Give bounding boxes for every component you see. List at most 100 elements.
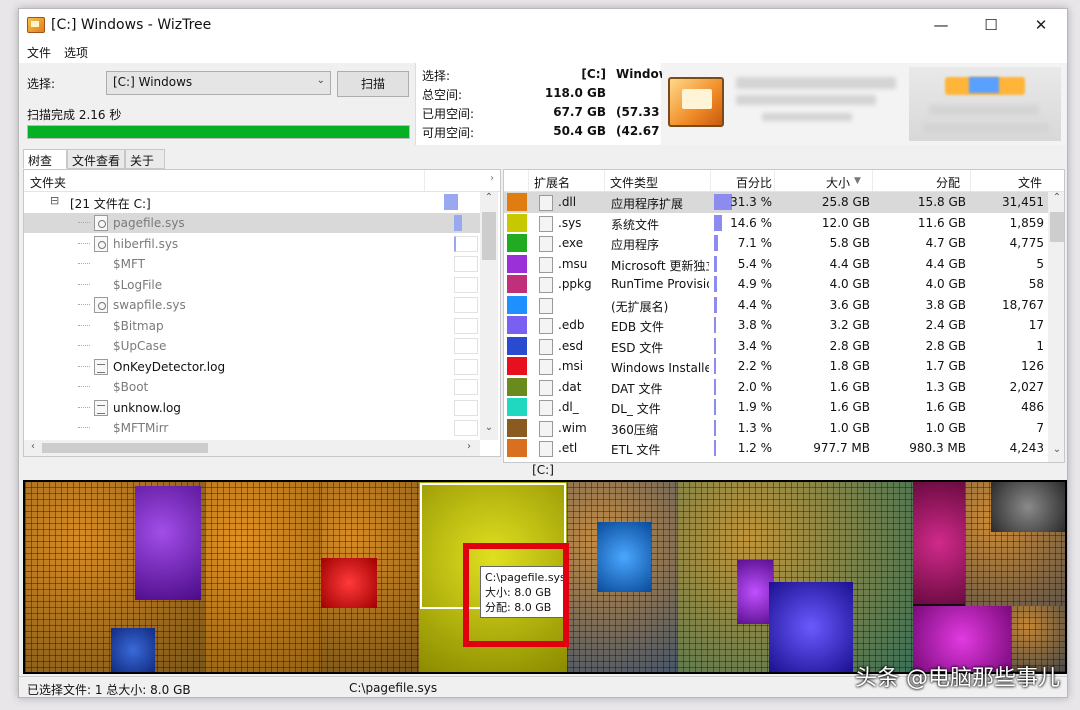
file-type-icon [539, 215, 553, 232]
tree-hscroll-thumb[interactable] [42, 443, 208, 453]
space-value: [C:] [581, 67, 606, 81]
tree-item-label: $MFT [113, 257, 146, 271]
color-swatch [507, 193, 527, 211]
menu-bar: 文件 选项 [19, 41, 1067, 63]
col-size[interactable]: 大小 [826, 174, 850, 191]
tab-tree-view[interactable]: 树查看 [23, 149, 67, 185]
ext-alloc: 1.7 GB [925, 359, 966, 373]
ext-files: 1 [1036, 338, 1044, 353]
tree-item[interactable]: $Bitmap [24, 316, 480, 336]
tree-item[interactable]: pagefile.sys [24, 213, 480, 233]
tree-header-folder[interactable]: 文件夹 [30, 174, 66, 191]
tree-vertical-scrollbar[interactable]: ⌃ ⌄ [480, 192, 498, 440]
scroll-down-icon[interactable]: ⌄ [480, 422, 498, 433]
tree-horizontal-scrollbar[interactable]: ‹ › [24, 440, 480, 456]
space-key: 选择: [422, 69, 451, 83]
ext-type: RunTime Provision [611, 277, 709, 291]
menu-options[interactable]: 选项 [64, 44, 88, 61]
col-percent[interactable]: 百分比 [736, 174, 772, 191]
file-type-icon [539, 277, 553, 293]
maximize-button[interactable]: ☐ [967, 9, 1015, 41]
extension-row[interactable]: .dat DAT 文件 2.0 % 1.6 GB 1.3 GB 2,027 [504, 377, 1048, 398]
ext-scroll-down-icon[interactable]: ⌄ [1048, 444, 1064, 455]
scroll-left-icon[interactable]: ‹ [24, 441, 42, 452]
collapse-icon[interactable]: ⊟ [50, 194, 59, 207]
file-type-icon [539, 297, 553, 314]
ad-banner[interactable] [662, 63, 1067, 145]
extension-row[interactable]: .msi Windows Installer 程 2.2 % 1.8 GB 1.7 GB… [504, 356, 1048, 377]
extension-row[interactable]: .dl_ DL_ 文件 1.9 % 1.6 GB 1.6 GB 486 [504, 397, 1048, 418]
col-files[interactable]: 文件 [1018, 174, 1042, 191]
tree-item[interactable]: hiberfil.sys [24, 234, 480, 254]
file-type-icon [539, 236, 553, 252]
col-extension[interactable]: 扩展名 [534, 174, 570, 191]
tree-scroll-thumb[interactable] [482, 212, 496, 260]
percent-bar [714, 358, 716, 374]
tree-item-label: unknow.log [113, 400, 181, 415]
ext-alloc: 2.4 GB [925, 318, 966, 332]
tree-item-label: hiberfil.sys [113, 236, 179, 251]
ext-alloc: 11.6 GB [917, 215, 966, 230]
extension-row[interactable]: .esd ESD 文件 3.4 % 2.8 GB 2.8 GB 1 [504, 336, 1048, 357]
extension-row[interactable]: .exe 应用程序 7.1 % 5.8 GB 4.7 GB 4,775 [504, 233, 1048, 254]
extension-row[interactable]: .etl ETL 文件 1.2 % 977.7 MB 980.3 MB 4,243 [504, 438, 1048, 459]
percent-bar [714, 440, 716, 456]
col-allocated[interactable]: 分配 [936, 174, 960, 191]
drive-select[interactable]: [C:] Windows ⌄ [106, 71, 331, 95]
ext-type: DL_ 文件 [611, 402, 661, 416]
ext-scroll-thumb[interactable] [1050, 212, 1064, 242]
extension-row[interactable]: .ppkg RunTime Provision 4.9 % 4.0 GB 4.0 GB 5… [504, 274, 1048, 295]
color-swatch [507, 234, 527, 252]
tree-item[interactable]: $UpCase [24, 336, 480, 356]
ext-vertical-scrollbar[interactable]: ⌃ ⌄ [1048, 192, 1064, 462]
color-swatch [507, 316, 527, 334]
minimize-button[interactable]: — [917, 9, 965, 41]
size-bar [454, 256, 478, 272]
gear-file-icon [94, 215, 108, 231]
close-button[interactable]: ✕ [1017, 9, 1065, 41]
tree-item[interactable]: unknow.log [24, 398, 480, 418]
ext-name: .ppkg [558, 277, 592, 291]
ext-type: DAT 文件 [611, 381, 663, 396]
extension-row[interactable]: .wim 360压缩 1.3 % 1.0 GB 1.0 GB 7 [504, 418, 1048, 439]
space-row: 总空间: 118.0 GB [422, 84, 662, 103]
tab-file-view[interactable]: 文件查看 [67, 149, 125, 169]
menu-file[interactable]: 文件 [27, 44, 51, 61]
ext-size: 1.0 GB [829, 420, 870, 435]
ext-type: (无扩展名) [611, 299, 669, 314]
wiztree-app-icon [27, 17, 45, 33]
tab-about[interactable]: 关于 [125, 149, 165, 169]
scroll-right-icon[interactable]: › [460, 441, 478, 452]
extension-row[interactable]: .edb EDB 文件 3.8 % 3.2 GB 2.4 GB 17 [504, 315, 1048, 336]
file-type-icon [539, 420, 553, 437]
treemap[interactable]: C:\pagefile.sys 大小: 8.0 GB 分配: 8.0 GB [23, 480, 1067, 674]
tree-item[interactable]: $MFT [24, 254, 480, 274]
scan-button[interactable]: 扫描 [337, 71, 409, 97]
ext-size: 12.0 GB [821, 215, 870, 230]
ext-percent: 3.4 % [737, 338, 772, 353]
ext-percent: 4.9 % [737, 277, 772, 291]
tree-item[interactable]: $LogFile [24, 275, 480, 295]
ext-percent: 31.3 % [730, 195, 772, 209]
ad-image [909, 67, 1061, 141]
tree-item[interactable]: swapfile.sys [24, 295, 480, 315]
tree-item-label: OnKeyDetector.log [113, 359, 226, 374]
ext-scroll-up-icon[interactable]: ⌃ [1048, 192, 1064, 203]
tree-item[interactable]: $Boot [24, 377, 480, 397]
tree-root-row[interactable]: ⊟ [21 文件在 C:] [24, 192, 480, 212]
scroll-up-icon[interactable]: ⌃ [480, 192, 498, 203]
extension-row[interactable]: (无扩展名) 4.4 % 3.6 GB 3.8 GB 18,767 [504, 295, 1048, 316]
tree-item[interactable]: OnKeyDetector.log [24, 357, 480, 377]
extension-row[interactable]: .msu Microsoft 更新独立 5.4 % 4.4 GB 4.4 GB 5 [504, 254, 1048, 275]
percent-bar [714, 235, 719, 251]
column-more-icon[interactable]: › [490, 173, 494, 184]
extension-row[interactable]: .dll 应用程序扩展 31.3 % 25.8 GB 15.8 GB 31,451 [504, 192, 1048, 213]
ext-percent: 2.2 % [737, 359, 772, 373]
log-file-icon [94, 358, 108, 375]
size-bar [454, 235, 478, 252]
tree-root-size-bar [444, 194, 458, 210]
tree-item[interactable]: $MFTMirr [24, 418, 480, 438]
col-file-type[interactable]: 文件类型 [610, 174, 658, 191]
extension-row[interactable]: .sys 系统文件 14.6 % 12.0 GB 11.6 GB 1,859 [504, 213, 1048, 234]
ext-size: 4.0 GB [829, 277, 870, 291]
